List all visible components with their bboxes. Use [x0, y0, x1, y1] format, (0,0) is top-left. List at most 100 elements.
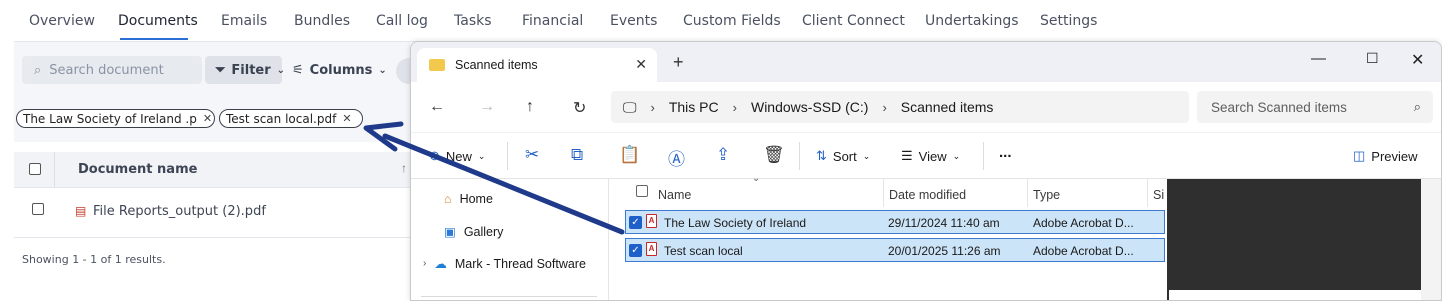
new-button[interactable]: ⊕ New ⌄	[429, 148, 485, 164]
select-all-files-checkbox[interactable]	[636, 185, 648, 197]
explorer-search-input[interactable]: Search Scanned items ⌕	[1197, 91, 1433, 123]
breadcrumb-folder[interactable]: Scanned items	[901, 99, 994, 115]
tab-call-log[interactable]: Call log	[376, 13, 428, 29]
delete-icon[interactable]: 🗑	[763, 145, 785, 165]
paste-icon[interactable]: 📋	[619, 145, 640, 165]
gallery-icon: ▣	[444, 225, 456, 239]
columns-icon: ⚟	[292, 62, 304, 78]
file-date: 20/01/2025 11:26 am	[888, 244, 1001, 258]
explorer-tab[interactable]: Scanned items ✕	[417, 48, 657, 82]
nav-home[interactable]: ⌂ Home	[444, 192, 493, 206]
chevron-down-icon: ⌄	[477, 150, 486, 161]
cut-icon[interactable]: ✂	[525, 145, 539, 165]
file-type: Adobe Acrobat D...	[1033, 216, 1134, 230]
maximize-icon[interactable]: ☐	[1366, 50, 1379, 67]
tab-events[interactable]: Events	[610, 13, 657, 29]
column-date-modified[interactable]: Date modified	[889, 188, 966, 202]
scrollbar[interactable]	[1421, 179, 1441, 300]
tab-overview[interactable]: Overview	[29, 13, 95, 29]
row-checkbox[interactable]	[32, 203, 44, 215]
filter-label: Filter	[231, 62, 271, 78]
folder-icon	[429, 59, 445, 71]
tab-bundles[interactable]: Bundles	[294, 13, 350, 29]
search-placeholder: Search Scanned items	[1211, 99, 1347, 115]
remove-chip-icon[interactable]: ✕	[342, 112, 351, 125]
nav-label: Home	[459, 192, 493, 206]
attachment-chip[interactable]: The Law Society of Ireland .p ✕	[16, 109, 215, 128]
document-search-input[interactable]: ⌕ Search document	[22, 56, 202, 84]
new-tab-icon[interactable]: +	[673, 53, 684, 71]
pdf-file-icon: A	[646, 214, 657, 228]
attachment-chip[interactable]: Test scan local.pdf ✕	[219, 109, 363, 128]
filter-icon: ⏷	[215, 62, 226, 78]
document-name-column-header[interactable]: Document name	[78, 162, 197, 177]
tab-custom-fields[interactable]: Custom Fields	[683, 13, 781, 29]
columns-button[interactable]: ⚟ Columns ⌄	[288, 56, 388, 84]
preview-document	[1169, 290, 1421, 300]
preview-pane-icon: ◫	[1353, 148, 1366, 163]
up-icon[interactable]: ↑	[526, 98, 534, 116]
documents-table-header	[14, 152, 410, 188]
copy-icon[interactable]: ⧉	[571, 145, 583, 165]
chevron-down-icon[interactable]: ⌄	[752, 173, 760, 184]
address-bar[interactable]: 🖵 › This PC › Windows-SSD (C:) › Scanned…	[611, 91, 1189, 123]
command-separator	[983, 142, 984, 170]
breadcrumb-this-pc[interactable]: This PC	[669, 99, 719, 115]
pdf-file-icon: ▤	[75, 204, 87, 218]
column-type[interactable]: Type	[1033, 188, 1060, 202]
column-name[interactable]: Name	[658, 188, 691, 202]
nav-onedrive[interactable]: › ☁ Mark - Thread Software	[423, 256, 586, 272]
nav-gallery[interactable]: ▣ Gallery	[444, 224, 504, 240]
column-divider	[1027, 179, 1028, 207]
select-all-checkbox[interactable]	[29, 163, 41, 175]
new-icon: ⊕	[429, 148, 440, 163]
tab-title: Scanned items	[455, 58, 538, 72]
tab-documents[interactable]: Documents	[118, 13, 198, 29]
file-explorer-window: Scanned items ✕ + — ☐ ✕ ← → ↑ ↻ 🖵 › This…	[410, 41, 1442, 301]
chevron-right-icon[interactable]: ›	[423, 258, 426, 269]
file-name[interactable]: The Law Society of Ireland	[664, 216, 806, 230]
command-separator	[507, 142, 508, 170]
file-checkbox[interactable]: ✓	[629, 216, 642, 229]
tab-financial[interactable]: Financial	[522, 13, 583, 29]
column-divider	[1147, 179, 1148, 207]
tab-client-connect[interactable]: Client Connect	[802, 13, 905, 29]
view-button[interactable]: ☰ View ⌄	[901, 148, 960, 164]
columns-label: Columns	[309, 62, 373, 78]
column-size[interactable]: Si	[1153, 188, 1164, 202]
forward-icon[interactable]: →	[479, 98, 495, 116]
breadcrumb-separator: ›	[882, 99, 887, 115]
preview-button[interactable]: ◫ Preview	[1353, 148, 1418, 164]
back-icon[interactable]: ←	[429, 98, 445, 116]
tab-undertakings[interactable]: Undertakings	[925, 13, 1019, 29]
remove-chip-icon[interactable]: ✕	[203, 112, 212, 125]
view-icon: ☰	[901, 148, 913, 163]
chevron-down-icon: ⌄	[276, 64, 286, 76]
tab-tasks[interactable]: Tasks	[454, 13, 492, 29]
chip-label: Test scan local.pdf	[226, 111, 337, 126]
sort-arrow-icon[interactable]: ↑	[401, 161, 407, 175]
close-window-icon[interactable]: ✕	[1411, 50, 1424, 70]
share-icon[interactable]: ⇪	[716, 145, 730, 165]
filter-button[interactable]: ⏷ Filter ⌄	[205, 56, 286, 84]
close-tab-icon[interactable]: ✕	[635, 56, 647, 73]
document-name-link[interactable]: File Reports_output (2).pdf	[93, 204, 266, 219]
rename-icon[interactable]: Ⓐ	[668, 145, 685, 170]
more-options-icon[interactable]: ...	[999, 144, 1012, 161]
command-separator	[799, 142, 800, 170]
refresh-icon[interactable]: ↻	[573, 98, 586, 118]
file-name[interactable]: Test scan local	[664, 244, 743, 258]
minimize-icon[interactable]: —	[1311, 50, 1326, 67]
results-count: Showing 1 - 1 of 1 results.	[22, 253, 166, 266]
tab-settings[interactable]: Settings	[1040, 13, 1097, 29]
nav-label: Gallery	[463, 224, 504, 239]
cloud-icon: ☁	[434, 257, 447, 271]
breadcrumb-drive[interactable]: Windows-SSD (C:)	[751, 99, 868, 115]
sort-button[interactable]: ⇅ Sort ⌄	[816, 148, 870, 164]
file-checkbox[interactable]: ✓	[629, 244, 642, 257]
sort-icon: ⇅	[816, 148, 827, 163]
chevron-down-icon: ⌄	[862, 150, 871, 161]
breadcrumb-separator: ›	[650, 99, 655, 115]
home-icon: ⌂	[444, 192, 452, 206]
tab-emails[interactable]: Emails	[221, 13, 267, 29]
